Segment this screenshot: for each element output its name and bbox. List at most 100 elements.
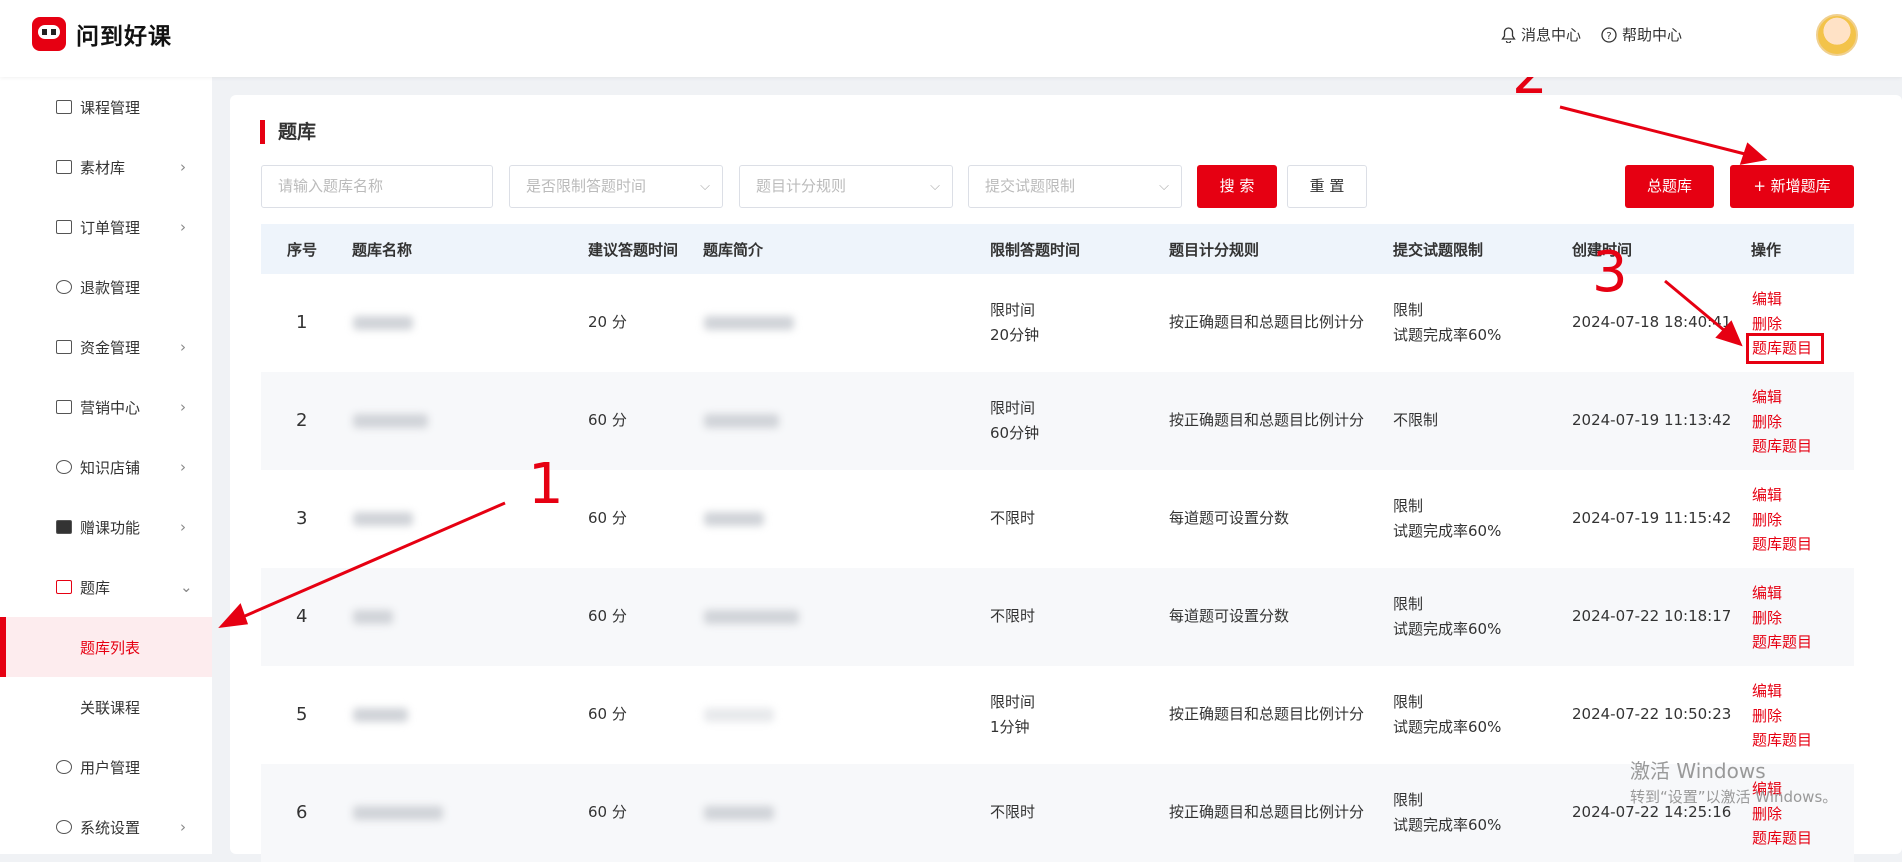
row-time: 60 分 — [588, 607, 627, 625]
blurred-intro — [704, 414, 779, 428]
sidebar-item-label: 系统设置 — [80, 818, 141, 837]
row-time: 20 分 — [588, 313, 627, 331]
app-logo[interactable]: 问到好课 — [32, 17, 172, 51]
sidebar-item-label: 退款管理 — [80, 278, 141, 297]
help-center-link[interactable]: ? 帮助中心 — [1601, 24, 1682, 45]
submit-limit-select[interactable]: 提交试题限制 ⌵ — [968, 165, 1182, 208]
delete-link[interactable]: 删除 — [1752, 704, 1812, 729]
row-created: 2024-07-22 10:18:17 — [1572, 607, 1732, 625]
sidebar-item-store[interactable]: 知识店铺 › — [0, 437, 212, 497]
teacher-icon — [56, 520, 72, 534]
row-score-rule: 每道题可设置分数 — [1169, 607, 1290, 625]
col-score-rule: 题目计分规则 — [1169, 241, 1260, 259]
monitor-icon — [56, 220, 72, 234]
search-button[interactable]: 搜 索 — [1197, 165, 1277, 208]
sidebar-item-settings[interactable]: 系统设置 › — [0, 797, 212, 857]
total-bank-button[interactable]: 总题库 — [1625, 165, 1714, 208]
edit-link[interactable]: 编辑 — [1752, 679, 1812, 704]
sidebar-item-materials[interactable]: 素材库 › — [0, 137, 212, 197]
sidebar-item-refunds[interactable]: 退款管理 — [0, 257, 212, 317]
row-score-rule: 每道题可设置分数 — [1169, 509, 1290, 527]
sidebar-item-label: 题库列表 — [80, 638, 141, 657]
reset-button[interactable]: 重 置 — [1287, 165, 1367, 208]
delete-link[interactable]: 删除 — [1752, 606, 1812, 631]
row-submit-line1: 限制 — [1393, 693, 1424, 711]
blurred-intro — [704, 610, 799, 624]
sidebar-item-question-bank-list[interactable]: 题库列表 — [0, 617, 212, 677]
delete-link[interactable]: 删除 — [1752, 410, 1812, 435]
edit-link[interactable]: 编辑 — [1752, 581, 1812, 606]
row-actions: 编辑 删除 题库题目 — [1752, 385, 1812, 459]
bank-name-search-input[interactable]: 请输入题库名称 — [261, 165, 493, 208]
blurred-name — [353, 610, 393, 624]
sidebar-item-funds[interactable]: 资金管理 › — [0, 317, 212, 377]
col-suggested-time: 建议答题时间 — [588, 241, 679, 259]
wallet-icon — [56, 340, 72, 354]
questions-link[interactable]: 题库题目 — [1752, 532, 1812, 557]
sidebar-item-orders[interactable]: 订单管理 › — [0, 197, 212, 257]
row-actions: 编辑 删除 题库题目 — [1752, 679, 1812, 753]
page-title: 题库 — [260, 120, 316, 144]
sidebar-item-marketing[interactable]: 营销中心 › — [0, 377, 212, 437]
row-time: 60 分 — [588, 411, 627, 429]
annotation-number-1: 1 — [528, 452, 564, 517]
sidebar-item-users[interactable]: 用户管理 — [0, 737, 212, 797]
svg-text:?: ? — [1606, 31, 1611, 42]
gear-icon — [56, 820, 72, 834]
table-row: 5 60 分 限时间 1分钟 按正确题目和总题目比例计分 限制 试题完成率60%… — [261, 666, 1854, 764]
row-no: 6 — [296, 802, 308, 823]
table-row: 3 60 分 不限时 每道题可设置分数 限制 试题完成率60% 2024-07-… — [261, 470, 1854, 568]
row-created: 2024-07-19 11:15:42 — [1572, 509, 1732, 527]
help-center-label: 帮助中心 — [1621, 26, 1682, 44]
chevron-right-icon: › — [180, 818, 186, 836]
help-icon: ? — [1601, 26, 1617, 43]
message-center-label: 消息中心 — [1520, 26, 1581, 44]
blurred-intro — [704, 806, 774, 820]
user-avatar[interactable] — [1816, 14, 1858, 56]
edit-link[interactable]: 编辑 — [1752, 287, 1812, 312]
row-submit-line1: 限制 — [1393, 301, 1424, 319]
table-row: 6 60 分 不限时 按正确题目和总题目比例计分 限制 试题完成率60% 202… — [261, 764, 1854, 862]
store-icon — [56, 460, 72, 474]
question-bank-icon — [56, 580, 72, 594]
sidebar-item-label: 题库 — [80, 578, 111, 597]
chevron-right-icon: › — [180, 158, 186, 176]
row-created: 2024-07-19 11:13:42 — [1572, 411, 1732, 429]
sidebar-item-linked-courses[interactable]: 关联课程 — [0, 677, 212, 737]
edit-link[interactable]: 编辑 — [1752, 483, 1812, 508]
row-limit-line1: 限时间 — [990, 399, 1036, 417]
message-center-link[interactable]: 消息中心 — [1501, 24, 1581, 45]
sidebar-item-course[interactable]: 课程管理 — [0, 77, 212, 137]
submit-limit-placeholder: 提交试题限制 — [985, 177, 1076, 195]
row-created: 2024-07-18 18:40:41 — [1572, 313, 1732, 331]
score-rule-placeholder: 题目计分规则 — [756, 177, 847, 195]
score-rule-select[interactable]: 题目计分规则 ⌵ — [739, 165, 953, 208]
sidebar-item-question-bank[interactable]: 题库 ⌄ — [0, 557, 212, 617]
chevron-down-icon: ⌵ — [1159, 179, 1169, 194]
row-submit-line1: 限制 — [1393, 595, 1424, 613]
row-score-rule: 按正确题目和总题目比例计分 — [1169, 803, 1365, 821]
sidebar-item-gift-course[interactable]: 赠课功能 › — [0, 497, 212, 557]
row-limit-line1: 不限时 — [990, 607, 1036, 625]
edit-link[interactable]: 编辑 — [1752, 385, 1812, 410]
row-limit-line1: 不限时 — [990, 803, 1036, 821]
watermark-line2: 转到“设置”以激活 Windows。 — [1630, 788, 1838, 806]
blurred-name — [353, 708, 408, 722]
row-submit-line2: 试题完成率60% — [1393, 522, 1502, 540]
time-limit-select[interactable]: 是否限制答题时间 ⌵ — [509, 165, 723, 208]
questions-link[interactable]: 题库题目 — [1752, 826, 1812, 851]
sidebar-item-label: 素材库 — [80, 158, 126, 177]
sidebar-item-label: 订单管理 — [80, 218, 141, 237]
questions-link[interactable]: 题库题目 — [1752, 434, 1812, 459]
row-no: 1 — [296, 312, 308, 333]
add-bank-button[interactable]: + 新增题库 — [1730, 165, 1854, 208]
chevron-right-icon: › — [180, 398, 186, 416]
chevron-right-icon: › — [180, 518, 186, 536]
questions-link[interactable]: 题库题目 — [1752, 630, 1812, 655]
questions-link[interactable]: 题库题目 — [1752, 728, 1812, 753]
watermark-line1: 激活 Windows — [1630, 759, 1766, 783]
row-no: 5 — [296, 704, 308, 725]
row-limit-line1: 限时间 — [990, 301, 1036, 319]
delete-link[interactable]: 删除 — [1752, 508, 1812, 533]
row-submit-line1: 不限制 — [1393, 411, 1439, 429]
